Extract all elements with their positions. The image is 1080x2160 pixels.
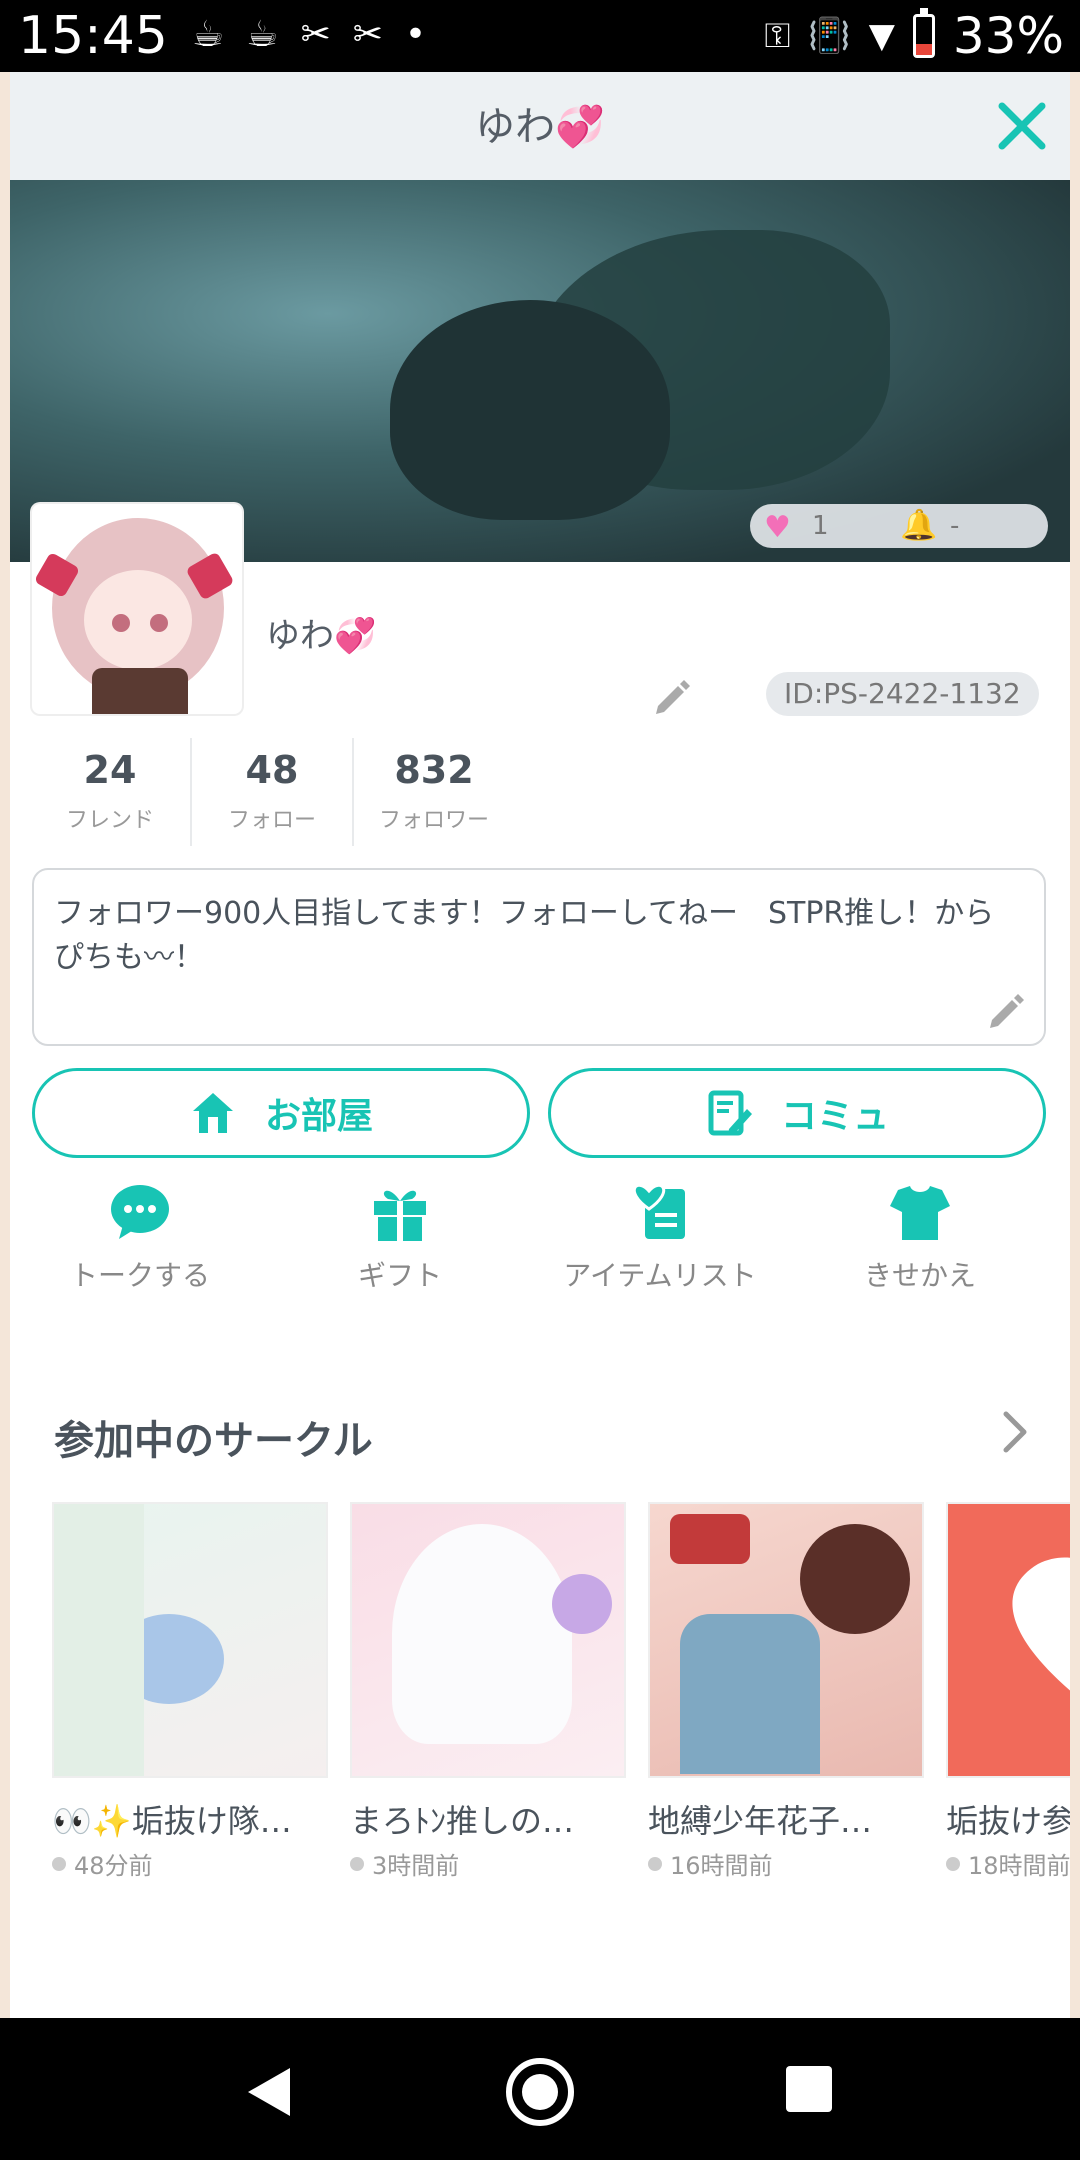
bio-text: フォロワー900人目指してます！フォローしてねー STPR推し！からぴちも〰！ [54, 896, 995, 975]
stat-value: 24 [83, 748, 137, 792]
back-icon[interactable] [244, 2064, 294, 2120]
tshirt-icon [890, 1186, 950, 1240]
circle-title: まろﾄﾝ推しの… [350, 1802, 575, 1840]
stat-value: 48 [245, 748, 299, 792]
circle-thumbnail [946, 1502, 1070, 1778]
notification-count: - [950, 511, 960, 541]
action-label: きせかえ [863, 1259, 976, 1292]
status-bar: 15:45 ☕ ☕ ✂ ✂ • ⚿ 📳 ▼ 33% [0, 0, 1080, 72]
home-icon[interactable] [506, 2058, 574, 2126]
action-label: ギフト [357, 1259, 442, 1292]
stat-label: フォロワー [378, 808, 489, 833]
edit-bio-button[interactable] [986, 990, 1026, 1030]
recent-apps-icon[interactable] [786, 2066, 832, 2112]
room-button[interactable]: お部屋 [32, 1068, 530, 1158]
header: ゆわ💞 [10, 72, 1070, 180]
stats-row: 24 フレンド 48 フォロー 832 フォロワー [30, 738, 514, 846]
community-button[interactable]: コミュ [548, 1068, 1046, 1158]
navigation-bar [0, 2018, 1080, 2160]
battery-percent: 33% [952, 7, 1064, 65]
cup-icon: ☕ [246, 14, 279, 55]
bio-box: フォロワー900人目指してます！フォローしてねー STPR推し！からぴちも〰！ [32, 868, 1046, 1046]
circle-time: 48分前 [52, 1846, 328, 1881]
circle-time: 3時間前 [350, 1846, 626, 1881]
document-edit-icon [708, 1090, 752, 1136]
circle-card[interactable]: 地縛少年花子… 16時間前 [648, 1502, 924, 1881]
cup-icon: ☕ [192, 14, 225, 55]
capcut-icon: ✂ [352, 14, 383, 55]
profile-name: ゆわ💞 [266, 616, 377, 656]
bell-icon: 🔔 [900, 508, 938, 543]
circle-thumbnail [648, 1502, 924, 1778]
pencil-icon [990, 994, 1024, 1028]
status-dot-icon [350, 1856, 364, 1871]
gift-action[interactable]: ギフト [270, 1180, 530, 1292]
edit-name-button[interactable] [652, 676, 692, 716]
status-dot-icon [946, 1856, 960, 1871]
dressup-action[interactable]: きせかえ [790, 1180, 1050, 1292]
vibrate-icon: 📳 [808, 16, 851, 56]
status-dot-icon [648, 1856, 662, 1871]
likes-notifications-pill[interactable]: ♥ 1 🔔 - [750, 504, 1048, 548]
header-title: ゆわ💞 [475, 104, 605, 150]
profile-card: ゆわ💞 ♥ 1 🔔 - ゆわ💞 ID:PS-2422-1132 24 フレンド … [10, 72, 1070, 2018]
circle-card[interactable]: まろﾄﾝ推しの… 3時間前 [350, 1502, 626, 1881]
room-button-label: お部屋 [264, 1096, 373, 1137]
cover-art-shape [390, 300, 670, 520]
action-label: アイテムリスト [563, 1259, 757, 1292]
likes-count: 1 [812, 511, 829, 541]
dot-icon: • [404, 14, 427, 55]
circles-list: 👀✨垢抜け隊… 48分前 まろﾄﾝ推しの… 3時間前 地縛少年花子… 16時間前 [52, 1502, 1070, 1902]
user-id: ID:PS-2422-1132 [766, 672, 1039, 716]
stat-label: フォロー [227, 808, 316, 833]
action-label: トークする [69, 1259, 210, 1292]
circle-time: 16時間前 [648, 1846, 924, 1881]
gift-icon [374, 1190, 426, 1241]
stat-followers[interactable]: 832 フォロワー [354, 738, 514, 846]
battery-icon [912, 8, 935, 58]
pencil-icon [656, 680, 690, 714]
close-button[interactable] [994, 98, 1050, 154]
stat-following[interactable]: 48 フォロー [192, 738, 354, 846]
stat-friends[interactable]: 24 フレンド [30, 738, 192, 846]
circle-title: 垢抜け参 [946, 1802, 1070, 1840]
circles-section-title: 参加中のサークル [54, 1418, 373, 1464]
item-list-icon [632, 1183, 685, 1239]
heart-icon: ♥ [764, 510, 791, 545]
circle-card[interactable]: 👀✨垢抜け隊… 48分前 [52, 1502, 328, 1881]
circles-more-button[interactable] [998, 1408, 1032, 1456]
circle-thumbnail [52, 1502, 328, 1778]
action-row: トークする ギフト アイテムリスト きせかえ [10, 1180, 1070, 1292]
chat-icon [111, 1185, 169, 1239]
house-icon [192, 1093, 233, 1133]
status-dot-icon [52, 1856, 66, 1871]
circle-card[interactable]: 垢抜け参 18時間前 [946, 1502, 1070, 1881]
talk-action[interactable]: トークする [10, 1180, 270, 1292]
item-list-action[interactable]: アイテムリスト [530, 1180, 790, 1292]
status-time: 15:45 [18, 6, 168, 66]
notification-icons: ☕ ☕ ✂ ✂ • [192, 14, 426, 55]
key-icon: ⚿ [764, 16, 791, 56]
circle-title: 👀✨垢抜け隊… [52, 1802, 292, 1840]
stat-label: フレンド [65, 808, 154, 833]
community-button-label: コミュ [780, 1096, 889, 1137]
status-right: ⚿ 📳 ▼ 33% [764, 6, 1064, 66]
stat-value: 832 [394, 748, 474, 792]
circle-title: 地縛少年花子… [648, 1802, 873, 1840]
circle-thumbnail [350, 1502, 626, 1778]
heart-icon [1012, 1557, 1070, 1691]
chevron-right-icon [1003, 1411, 1027, 1453]
signal-icon: ▼ [868, 16, 895, 56]
close-icon [998, 102, 1046, 150]
avatar[interactable] [32, 504, 242, 714]
circle-time: 18時間前 [946, 1846, 1070, 1881]
capcut-icon: ✂ [300, 14, 331, 55]
